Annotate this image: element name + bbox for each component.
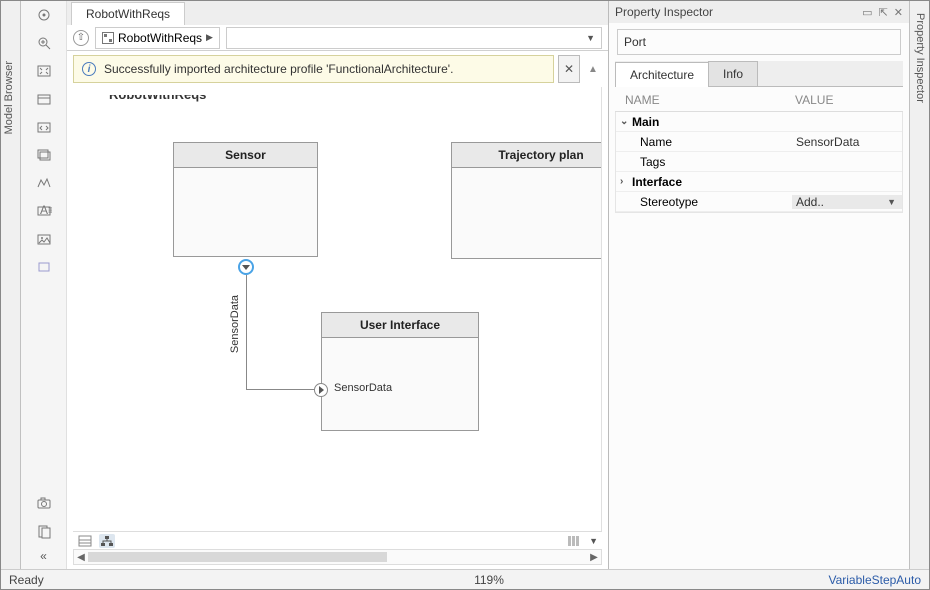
property-inspector-strip[interactable]: Property Inspector	[909, 1, 929, 569]
image-icon[interactable]	[32, 229, 56, 249]
annotation-icon[interactable]: A≡	[32, 201, 56, 221]
status-solver[interactable]: VariableStepAuto	[549, 573, 921, 587]
tab-info[interactable]: Info	[708, 61, 758, 86]
port-ui-in-label: SensorData	[334, 382, 392, 394]
canvas-footer: ▼	[73, 531, 602, 549]
canvas[interactable]: RobotWithReqs Sensor Trajectory plan Use…	[73, 87, 602, 531]
row-stereotype[interactable]: Stereotype Add.. ▼	[616, 192, 902, 212]
chevron-down-icon: ▼	[586, 33, 595, 43]
row-name-value[interactable]: SensorData	[792, 135, 902, 149]
scroll-up-icon[interactable]: ▲	[584, 55, 602, 83]
port-sensor-out[interactable]	[238, 259, 254, 275]
section-main[interactable]: ⌄Main	[616, 112, 902, 132]
breadcrumb-model[interactable]: RobotWithReqs ▶	[95, 27, 220, 49]
expand-icon[interactable]: «	[34, 549, 54, 563]
inspector-close-icon[interactable]: ✕	[894, 6, 903, 19]
svg-text:A≡: A≡	[40, 203, 52, 217]
col-name: NAME	[625, 93, 795, 107]
left-toolbar: A≡ «	[21, 1, 67, 569]
notification-message: Successfully imported architecture profi…	[104, 62, 453, 76]
row-tags[interactable]: Tags	[616, 152, 902, 172]
center-area: RobotWithReqs ⇧ RobotWithReqs ▶ ▼ i Succ…	[67, 1, 609, 569]
row-name[interactable]: Name SensorData	[616, 132, 902, 152]
block-user-interface[interactable]: User Interface	[321, 312, 479, 431]
port-sensor-out-label: SensorData	[229, 295, 241, 353]
fit-screen-icon[interactable]	[32, 61, 56, 81]
breadcrumb-chevron-icon: ▶	[206, 32, 213, 43]
chevron-down-icon: ▼	[887, 197, 896, 207]
inspector-minimize-icon[interactable]: ▭	[862, 6, 872, 19]
camera-icon[interactable]	[32, 493, 56, 513]
clipboard-icon[interactable]	[32, 521, 56, 541]
nav-target-icon[interactable]	[32, 5, 56, 25]
status-ready: Ready	[9, 573, 429, 587]
property-inspector-panel: Property Inspector ▭ ⇱ ✕ Port Architectu…	[609, 1, 909, 569]
model-title: RobotWithReqs	[109, 87, 206, 102]
connector-horizontal[interactable]	[246, 389, 316, 390]
inspector-pin-icon[interactable]: ⇱	[879, 6, 888, 19]
breadcrumb-bar: ⇧ RobotWithReqs ▶ ▼	[67, 25, 608, 51]
code-icon[interactable]	[32, 117, 56, 137]
scroll-left-icon[interactable]: ◀	[74, 552, 88, 563]
chevron-down-icon: ⌄	[620, 116, 632, 127]
block-trajectory[interactable]: Trajectory plan	[451, 142, 602, 259]
document-tab[interactable]: RobotWithReqs	[71, 2, 185, 25]
block-sensor-title: Sensor	[174, 143, 317, 168]
info-icon: i	[82, 62, 96, 76]
row-stereotype-dropdown[interactable]: Add.. ▼	[792, 195, 902, 209]
view-grip-icon[interactable]	[568, 536, 579, 546]
block-trajectory-title: Trajectory plan	[452, 143, 602, 168]
notification-bar: i Successfully imported architecture pro…	[73, 55, 554, 83]
box-icon[interactable]	[32, 257, 56, 277]
model-browser-label: Model Browser	[3, 61, 15, 134]
status-zoom[interactable]: 119%	[429, 573, 549, 587]
chevron-right-icon: ›	[620, 176, 632, 187]
section-interface[interactable]: ›Interface	[616, 172, 902, 192]
window-icon[interactable]	[32, 89, 56, 109]
tab-architecture[interactable]: Architecture	[615, 62, 709, 87]
col-value: VALUE	[795, 93, 833, 107]
block-sensor[interactable]: Sensor	[173, 142, 318, 257]
horizontal-scrollbar[interactable]: ◀ ▶	[73, 549, 602, 565]
model-browser-strip[interactable]: Model Browser	[1, 1, 21, 569]
property-inspector-strip-label: Property Inspector	[914, 13, 926, 103]
nav-up-icon[interactable]: ⇧	[73, 30, 89, 46]
signal-icon[interactable]	[32, 173, 56, 193]
document-tabstrip: RobotWithReqs	[67, 1, 608, 25]
view-hierarchy-icon[interactable]	[99, 534, 115, 548]
model-icon	[102, 32, 114, 44]
inspector-title: Property Inspector	[615, 5, 856, 19]
block-ui-title: User Interface	[322, 313, 478, 338]
connector-vertical[interactable]	[246, 275, 247, 390]
zoom-fit-icon[interactable]	[32, 33, 56, 53]
inspector-tabs: Architecture Info	[615, 61, 903, 87]
scroll-right-icon[interactable]: ▶	[587, 552, 601, 563]
breadcrumb-label: RobotWithReqs	[118, 31, 202, 45]
inspector-column-headers: NAME VALUE	[615, 87, 903, 112]
layers-icon[interactable]	[32, 145, 56, 165]
view-options-dropdown-icon[interactable]: ▼	[589, 536, 598, 546]
status-bar: Ready 119% VariableStepAuto	[1, 569, 929, 589]
notification-close-button[interactable]: ✕	[558, 55, 580, 83]
scrollbar-thumb[interactable]	[88, 552, 387, 562]
breadcrumb-dropdown[interactable]: ▼	[226, 27, 602, 49]
view-list-icon[interactable]	[77, 534, 93, 548]
inspector-type-field[interactable]: Port	[617, 29, 901, 55]
port-ui-in[interactable]	[314, 383, 328, 397]
